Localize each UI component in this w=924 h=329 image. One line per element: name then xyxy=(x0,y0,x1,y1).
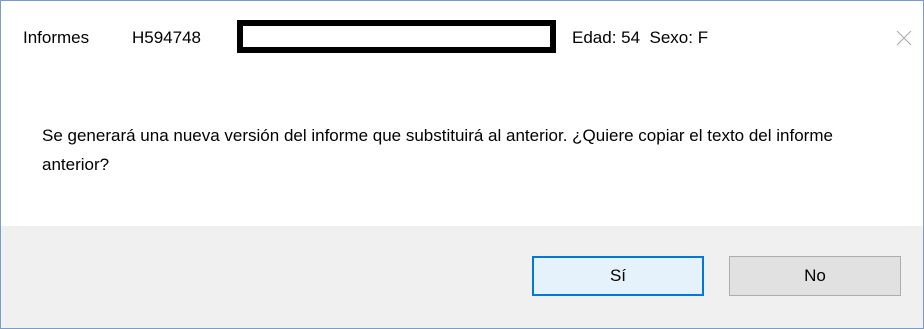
confirm-dialog: Informes H594748 Edad: 54 Sexo: F Se gen… xyxy=(0,0,924,329)
yes-button[interactable]: Sí xyxy=(532,256,704,296)
window-title-age-sex: Edad: 54 Sexo: F xyxy=(572,28,709,47)
window-title-app: Informes xyxy=(23,28,90,47)
redacted-patient-name xyxy=(237,20,556,53)
dialog-button-bar: Sí No xyxy=(1,226,923,328)
title-bar: Informes H594748 Edad: 54 Sexo: F xyxy=(1,1,923,81)
dialog-content: Se generará una nueva versión del inform… xyxy=(1,81,923,226)
window-title-patient-id: H594748 xyxy=(132,28,202,47)
close-icon xyxy=(896,30,912,46)
dialog-message: Se generará una nueva versión del inform… xyxy=(42,126,833,174)
no-button[interactable]: No xyxy=(729,256,901,296)
close-button[interactable] xyxy=(885,19,923,57)
